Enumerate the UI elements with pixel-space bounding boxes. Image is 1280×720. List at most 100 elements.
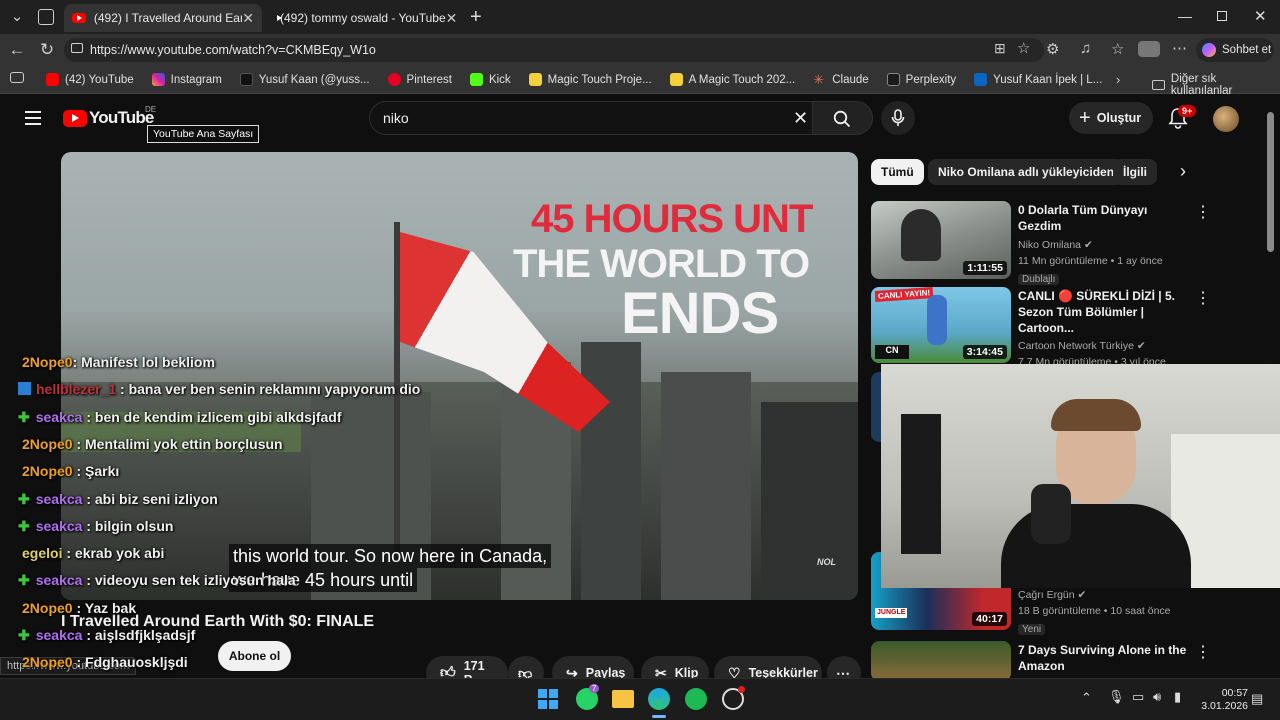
duration-badge: 1:11:55 — [963, 261, 1007, 275]
file-explorer-icon[interactable] — [612, 690, 634, 708]
chat-text: : ben de kendim izlicem gibi alkdsjfadf — [82, 409, 342, 425]
bookmark-magic-touch-2[interactable]: A Magic Touch 202... — [669, 73, 795, 86]
tab-inactive[interactable]: (492) tommy oswald - YouTube ✕ — [264, 4, 464, 32]
cartoon-network-logo: CN — [875, 345, 909, 359]
obs-icon[interactable] — [722, 686, 745, 710]
chips-next-chevron-icon[interactable]: › — [1180, 161, 1186, 182]
volume-icon[interactable]: 🔊︎ — [1153, 689, 1161, 705]
spotify-icon[interactable] — [685, 688, 707, 710]
whatsapp-icon[interactable]: 7 — [576, 684, 600, 710]
rec-title: 7 Days Surviving Alone in the Amazon — [1018, 643, 1187, 673]
chip-all[interactable]: Tümü — [871, 159, 924, 185]
browser-tab-bar: ⌄ (492) I Travelled Around Earth With ✕ … — [0, 0, 1280, 34]
chat-message: ✚ seakca : aişlsdfjklşadsjf — [18, 627, 195, 644]
refresh-icon[interactable]: ↻ — [35, 38, 59, 62]
more-bookmarks-chevron-icon[interactable]: › — [1116, 72, 1120, 87]
bookmark-magic-touch-1[interactable]: Magic Touch Proje... — [528, 73, 652, 86]
tooltip-text: YouTube Ana Sayfası — [153, 128, 254, 140]
tab-title: (492) I Travelled Around Earth With — [93, 11, 243, 25]
rec-more-icon[interactable]: ⋮ — [1195, 642, 1211, 662]
folder-icon — [1152, 80, 1165, 90]
close-tab-icon[interactable]: ✕ — [242, 10, 254, 27]
rec-more-icon[interactable]: ⋮ — [1195, 288, 1211, 308]
bookmark-pinterest[interactable]: Pinterest — [387, 73, 452, 86]
show-hidden-icons-icon[interactable]: ⌃ — [1081, 690, 1092, 706]
account-avatar[interactable] — [1213, 106, 1239, 132]
tab-active[interactable]: (492) I Travelled Around Earth With ✕ — [64, 4, 262, 32]
rec-info[interactable]: 0 Dolarla Tüm Dünyayı Gezdim Niko Omilan… — [1018, 202, 1188, 287]
live-sticker: CANLI YAYIN! — [874, 287, 934, 303]
collections-icon[interactable]: ☆ — [1111, 40, 1124, 58]
site-info-icon[interactable] — [71, 43, 83, 53]
notification-center-icon[interactable]: ▤ — [1251, 691, 1263, 707]
subscribe-button[interactable]: Abone ol — [218, 641, 291, 671]
copilot-button[interactable]: Sohbet et — [1196, 38, 1274, 62]
close-window-icon[interactable]: ✕ — [1254, 7, 1267, 25]
hamburger-menu-icon[interactable] — [25, 111, 41, 125]
profile-avatar[interactable] — [1138, 41, 1160, 57]
more-menu-icon[interactable]: ⋯ — [1172, 39, 1187, 57]
extensions-icon[interactable]: ⚙ — [1046, 40, 1059, 58]
app-available-icon[interactable]: ⊞ — [994, 40, 1006, 57]
bookmark-tiktok[interactable]: Yusuf Kaan (@yuss... — [239, 73, 370, 86]
back-icon[interactable]: ← — [5, 38, 29, 62]
chat-message: 2Nope0 : Şarkı — [18, 463, 119, 479]
caption-text: this world tour. So now here in Canada, — [233, 546, 548, 566]
bookmark-claude[interactable]: ✳ Claude — [813, 73, 868, 86]
bookmarks-bar: (42) YouTube Instagram Yusuf Kaan (@yuss… — [0, 66, 1280, 97]
verified-check-icon: ✔ — [1077, 589, 1087, 601]
url-field[interactable]: https://www.youtube.com/watch?v=CKMBEqy_… — [64, 38, 1044, 62]
chat-username: seakca — [35, 491, 83, 507]
workspaces-icon[interactable] — [38, 9, 54, 25]
edge-icon[interactable] — [648, 688, 670, 710]
rec-info[interactable]: Çağrı Ergün ✔ 18 B görüntüleme • 10 saat… — [1018, 587, 1190, 637]
rec-info[interactable]: CANLI 🔴 SÜREKLİ DİZİ | 5. Sezon Tüm Bölü… — [1018, 288, 1190, 370]
bookmark-kick[interactable]: Kick — [469, 73, 511, 86]
bookmark-instagram[interactable]: Instagram — [151, 73, 222, 86]
chat-username: hellblezer_1 — [36, 381, 117, 397]
reading-list-icon[interactable] — [10, 72, 24, 83]
tab-actions-chevron-icon[interactable]: ⌄ — [5, 5, 29, 29]
microphone-tray-icon[interactable]: 🎙︎ — [1108, 689, 1125, 705]
page-scrollbar-thumb[interactable] — [1267, 112, 1274, 252]
linkedin-icon — [974, 73, 988, 86]
notifications-button[interactable]: 9+ — [1168, 105, 1197, 134]
rec-thumbnail[interactable]: CANLI YAYIN! CN 3:14:45 — [871, 287, 1011, 363]
chip-related[interactable]: İlgili — [1113, 159, 1157, 185]
youtube-logo[interactable]: YouTube — [63, 108, 154, 128]
search-input[interactable]: niko ✕ — [369, 101, 813, 135]
other-favorites-folder[interactable]: Diğer sık kullanılanlar — [1152, 73, 1280, 97]
building — [581, 342, 641, 600]
bookmark-linkedin[interactable]: Yusuf Kaan İpek | L... — [974, 73, 1102, 86]
notification-badge: 9+ — [1178, 105, 1197, 117]
duration-badge: 3:14:45 — [962, 345, 1007, 359]
new-tab-icon[interactable]: + — [470, 6, 482, 29]
duration-badge: 40:17 — [972, 612, 1007, 626]
rec-more-icon[interactable]: ⋮ — [1195, 202, 1211, 222]
favorite-star-icon[interactable]: ☆ — [1017, 39, 1030, 57]
overlay-text: 45 HOURS UNT — [531, 197, 813, 241]
clock[interactable]: 00:57 3.01.2026 — [1200, 687, 1248, 713]
minimize-icon[interactable]: — — [1178, 8, 1192, 24]
perplexity-icon — [886, 73, 900, 86]
clear-search-icon[interactable]: ✕ — [793, 108, 808, 129]
copilot-label: Sohbet et — [1222, 44, 1272, 56]
battery-icon[interactable]: ▮ — [1174, 689, 1181, 705]
rec-info[interactable]: 7 Days Surviving Alone in the Amazon — [1018, 642, 1190, 674]
network-icon[interactable]: ▭ — [1132, 689, 1144, 705]
video-player[interactable]: 45 HOURS UNT THE WORLD TO ENDS this worl… — [61, 152, 858, 600]
close-tab-icon[interactable]: ✕ — [446, 10, 458, 27]
create-button[interactable]: + Oluştur — [1069, 102, 1153, 134]
search-button[interactable] — [813, 101, 873, 135]
voice-search-button[interactable] — [881, 101, 915, 135]
start-icon[interactable] — [538, 689, 558, 709]
building — [761, 402, 858, 600]
maximize-icon[interactable] — [1217, 11, 1227, 21]
chip-from-uploader[interactable]: Niko Omilana adlı yükleyiciden — [928, 159, 1125, 185]
rec-thumbnail[interactable]: 1:11:55 — [871, 201, 1011, 279]
bookmark-youtube[interactable]: (42) YouTube — [46, 73, 134, 86]
rec-thumbnail[interactable] — [871, 641, 1011, 681]
media-icon[interactable]: ♫ — [1080, 40, 1091, 57]
url-text: https://www.youtube.com/watch?v=CKMBEqy_… — [90, 43, 376, 57]
bookmark-perplexity[interactable]: Perplexity — [886, 73, 956, 86]
